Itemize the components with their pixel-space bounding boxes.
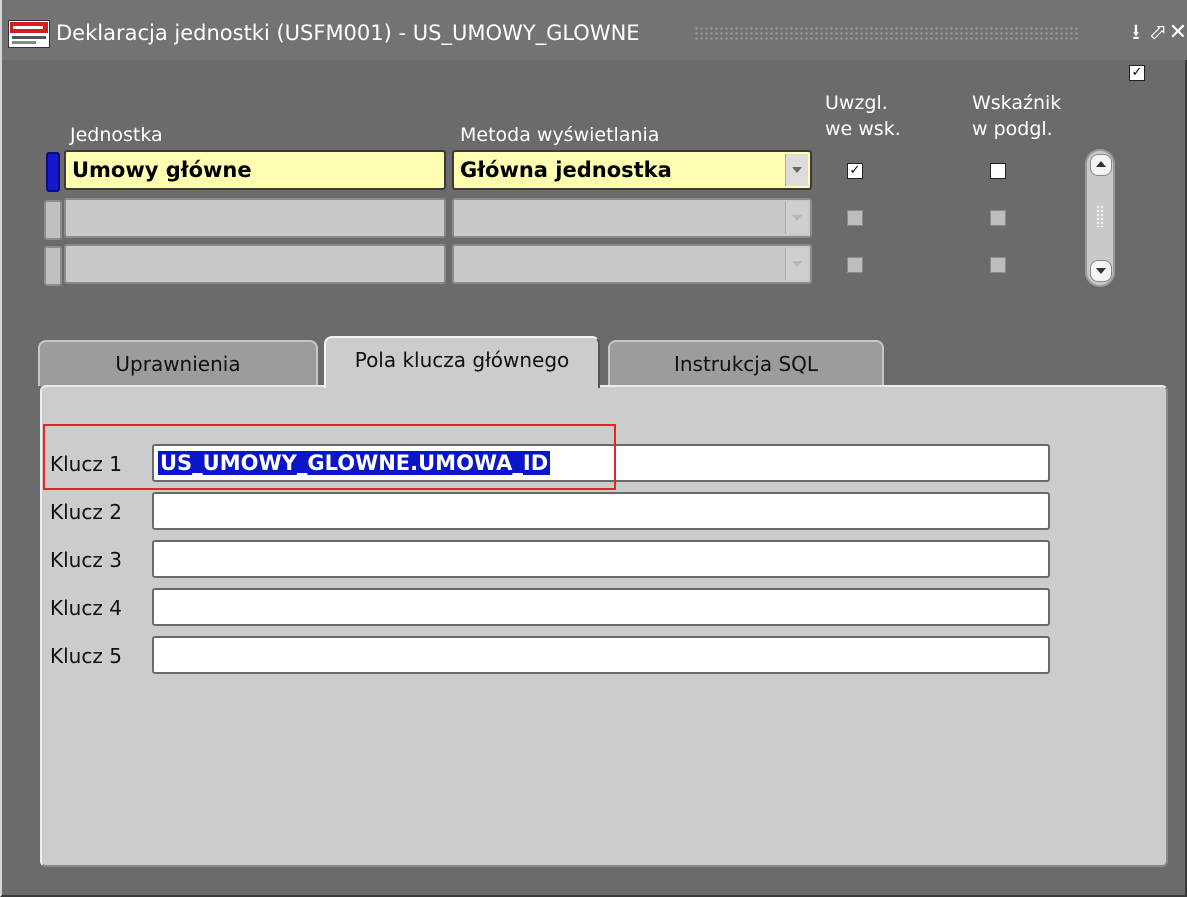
row-indicator-2[interactable] [44,200,62,240]
uwzgl-checkbox-1[interactable]: ✓ [847,163,863,179]
klucz-5-input[interactable] [152,636,1050,674]
uwzgl-checkbox-2[interactable] [847,210,863,226]
jednostka-field-1[interactable]: Umowy główne [64,150,446,190]
scroll-down-icon[interactable] [1090,260,1112,282]
chevron-down-icon[interactable] [785,154,808,186]
header-metoda: Metoda wyświetlania [460,124,660,146]
metoda-select-2[interactable] [452,198,812,238]
header-uwzgl-line1: Uwzgl. [825,92,888,114]
jednostka-field-3[interactable] [64,244,446,284]
klucz-4-input[interactable] [152,588,1050,626]
wskaznik-checkbox-2[interactable] [990,210,1006,226]
tab-instrukcja-sql[interactable]: Instrukcja SQL [608,340,884,386]
uwzgl-checkbox-3[interactable] [847,257,863,273]
klucz-2-input[interactable] [152,492,1050,530]
oracle-app-icon [8,20,50,48]
scroll-grip[interactable] [1096,205,1104,227]
header-uwzgl-line2: we wsk. [825,118,901,140]
chevron-down-icon[interactable] [785,202,808,234]
klucz-4-label: Klucz 4 [50,596,122,620]
header-jednostka: Jednostka [70,124,163,146]
metoda-value-1: Główna jednostka [460,158,672,182]
row-indicator-1[interactable] [46,152,60,192]
close-icon[interactable]: ✕ [1166,20,1187,46]
klucz-1-label: Klucz 1 [50,452,122,476]
chevron-down-icon[interactable] [785,248,808,280]
header-wskaznik-line2: w podgl. [972,118,1053,140]
form-window: Deklaracja jednostki (USFM001) - US_UMOW… [0,0,1187,897]
header-wskaznik-line1: Wskaźnik [972,92,1062,114]
minimize-icon[interactable]: ⭳ [1124,20,1148,46]
klucz-5-label: Klucz 5 [50,644,122,668]
corner-checkbox[interactable]: ✓ [1129,65,1145,81]
rows-scrollbar[interactable] [1085,149,1115,287]
row-indicator-3[interactable] [44,246,62,286]
window-title: Deklaracja jednostki (USFM001) - US_UMOW… [56,21,640,45]
wskaznik-checkbox-1[interactable] [990,163,1006,179]
metoda-select-1[interactable]: Główna jednostka [452,150,812,190]
title-grip [694,26,1080,42]
klucz-1-input[interactable]: US_UMOWY_GLOWNE.UMOWA_ID [152,444,1050,482]
tab-uprawnienia[interactable]: Uprawnienia [38,340,318,386]
klucz-1-value: US_UMOWY_GLOWNE.UMOWA_ID [158,451,551,475]
metoda-select-3[interactable] [452,244,812,284]
tab-pola-klucza-glownego[interactable]: Pola klucza głównego [324,336,600,388]
klucz-2-label: Klucz 2 [50,500,122,524]
klucz-3-input[interactable] [152,540,1050,578]
klucz-3-label: Klucz 3 [50,548,122,572]
wskaznik-checkbox-3[interactable] [990,257,1006,273]
title-bar[interactable]: Deklaracja jednostki (USFM001) - US_UMOW… [2,0,1187,60]
jednostka-field-2[interactable] [64,198,446,238]
scroll-up-icon[interactable] [1090,154,1112,176]
